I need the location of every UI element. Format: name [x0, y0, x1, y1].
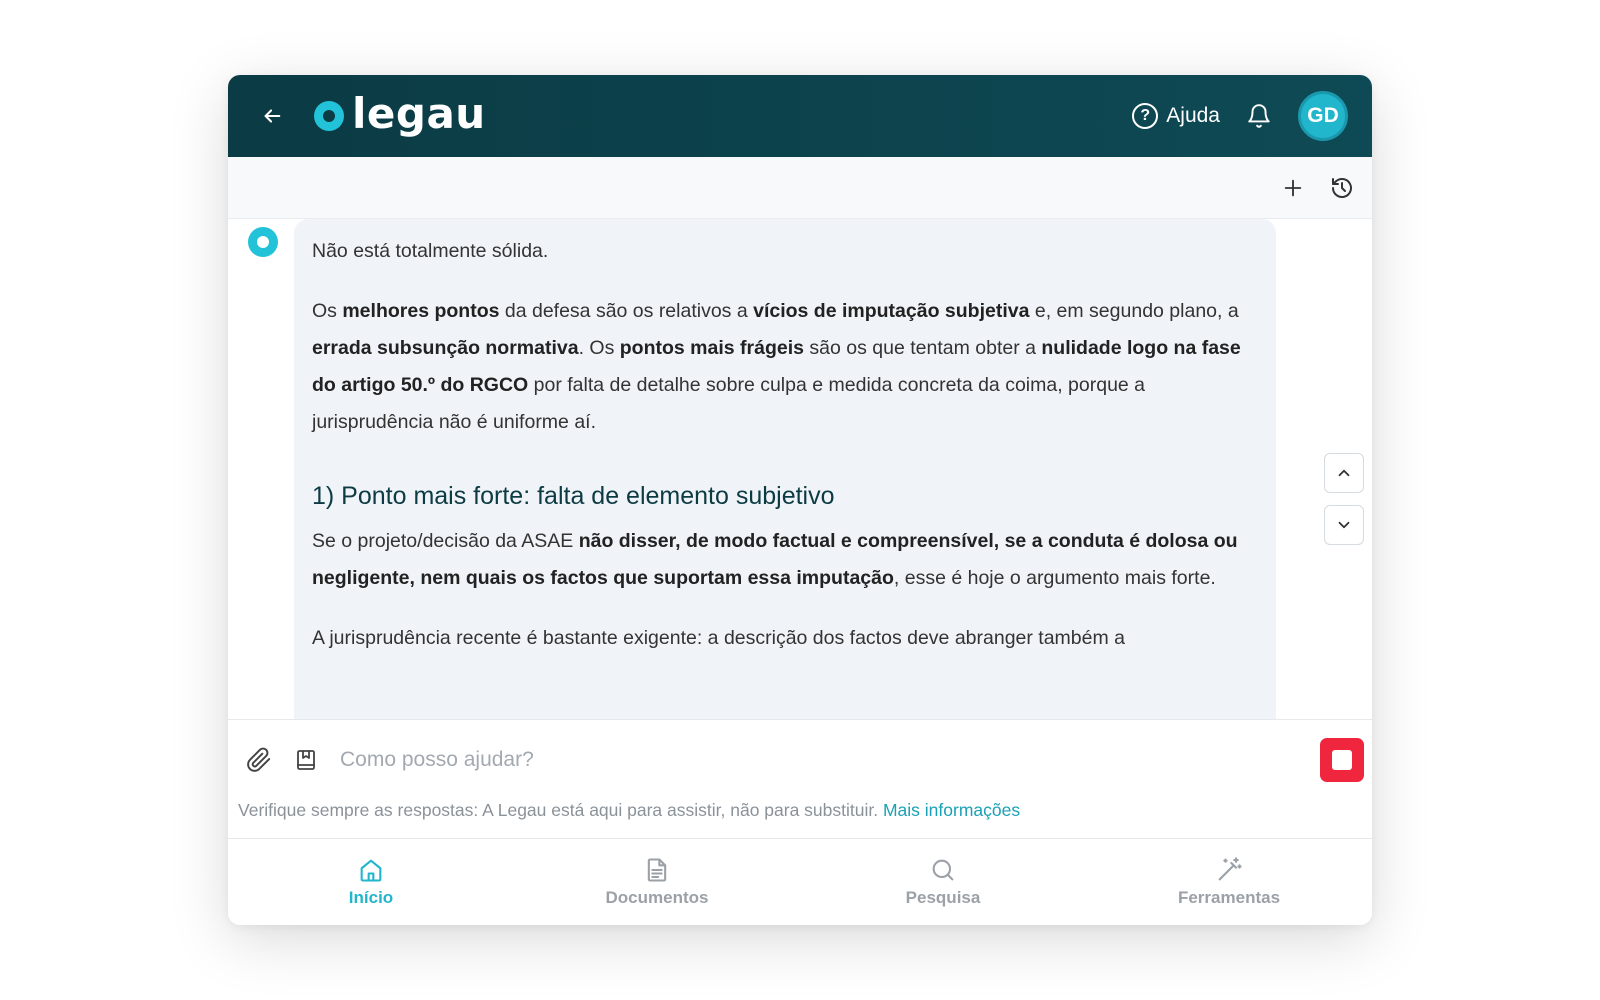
- text-segment: Se o projeto/decisão da ASAE: [312, 530, 579, 552]
- bold-text: pontos mais frágeis: [619, 337, 804, 359]
- nav-label: Ferramentas: [1177, 888, 1281, 907]
- text-segment: são os que tentam obter a: [803, 337, 1042, 359]
- arrow-left-icon: [264, 109, 281, 123]
- history-button[interactable]: [1330, 176, 1354, 200]
- nav-label: Início: [348, 888, 394, 907]
- stop-icon: [1332, 750, 1352, 770]
- nav-label: Documentos: [605, 888, 709, 907]
- nav-item-inicio[interactable]: Início: [228, 839, 514, 925]
- message-paragraph-3: A jurisprudência recente é bastante exig…: [312, 627, 1125, 649]
- logo-text: legau: [352, 89, 486, 138]
- saved-prompts-button[interactable]: [294, 748, 318, 772]
- chat-toolbar: [228, 157, 1372, 219]
- text-segment: da defesa são os relativos a: [499, 300, 754, 322]
- back-button[interactable]: [252, 96, 292, 136]
- app-header: legau ? Ajuda GD: [228, 75, 1372, 157]
- message-paragraph-1: Os melhores pontos da defesa são os rela…: [312, 293, 1258, 441]
- message-heading: 1) Ponto mais forte: falta de elemento s…: [312, 482, 835, 510]
- search-icon: [932, 859, 954, 881]
- bold-text: melhores pontos: [342, 300, 500, 322]
- legau-logo: legau: [314, 93, 486, 135]
- help-label: Ajuda: [1166, 104, 1220, 127]
- header-actions: ? Ajuda GD: [1132, 91, 1348, 141]
- chat-input[interactable]: [340, 748, 1320, 772]
- home-icon: [360, 859, 382, 882]
- attach-button[interactable]: [246, 747, 272, 773]
- message-list[interactable]: Não está totalmente sólida. Os melhores …: [228, 219, 1372, 719]
- assistant-message: Não está totalmente sólida. Os melhores …: [294, 219, 1276, 719]
- history-icon: [1332, 177, 1352, 198]
- question-circle-icon: ?: [1132, 103, 1159, 129]
- text-segment: Os: [312, 300, 343, 322]
- scroll-up-button[interactable]: [1324, 453, 1364, 493]
- nav-item-documentos[interactable]: Documentos: [514, 839, 800, 925]
- nav-item-pesquisa[interactable]: Pesquisa: [800, 839, 1086, 925]
- nav-item-ferramentas[interactable]: Ferramentas: [1086, 839, 1372, 925]
- disclaimer-text: Verifique sempre as respostas: A Legau e…: [238, 800, 879, 820]
- scroll-down-button[interactable]: [1324, 505, 1364, 545]
- bottom-nav: Início Documentos Pesquisa Ferramentas: [228, 838, 1372, 925]
- chevron-down-icon: [1338, 521, 1350, 529]
- message-intro: Não está totalmente sólida.: [312, 240, 549, 262]
- composer-row: [228, 720, 1372, 800]
- text-segment: e, em segundo plano, a: [1029, 300, 1239, 322]
- disclaimer: Verifique sempre as respostas: A Legau e…: [228, 800, 1372, 821]
- new-chat-button[interactable]: [1282, 177, 1304, 199]
- text-segment: . Os: [578, 337, 620, 359]
- more-info-link[interactable]: Mais informações: [883, 800, 1020, 820]
- document-icon: [647, 858, 667, 882]
- composer: Verifique sempre as respostas: A Legau e…: [228, 719, 1372, 837]
- nav-label: Pesquisa: [905, 888, 981, 907]
- logo-mark-icon: [314, 101, 344, 131]
- stop-generation-button[interactable]: [1320, 738, 1364, 782]
- bold-text: vícios de imputação subjetiva: [753, 300, 1030, 322]
- help-button[interactable]: ? Ajuda: [1132, 103, 1220, 129]
- magic-wand-icon: [1218, 857, 1242, 881]
- chevron-up-icon: [1338, 469, 1350, 477]
- message-paragraph-2: Se o projeto/decisão da ASAE não disser,…: [312, 523, 1258, 597]
- user-avatar[interactable]: GD: [1298, 91, 1348, 141]
- assistant-avatar-icon: [248, 227, 278, 257]
- notifications-button[interactable]: [1246, 103, 1272, 129]
- app-window: legau ? Ajuda GD Não está totalmente sól…: [228, 75, 1372, 925]
- plus-icon: [1284, 179, 1302, 196]
- bold-text: errada subsunção normativa: [312, 337, 579, 359]
- paperclip-icon: [247, 747, 271, 772]
- text-segment: , esse é hoje o argumento mais forte.: [893, 567, 1216, 589]
- bookmark-book-icon: [297, 750, 315, 770]
- bell-icon: [1248, 104, 1270, 128]
